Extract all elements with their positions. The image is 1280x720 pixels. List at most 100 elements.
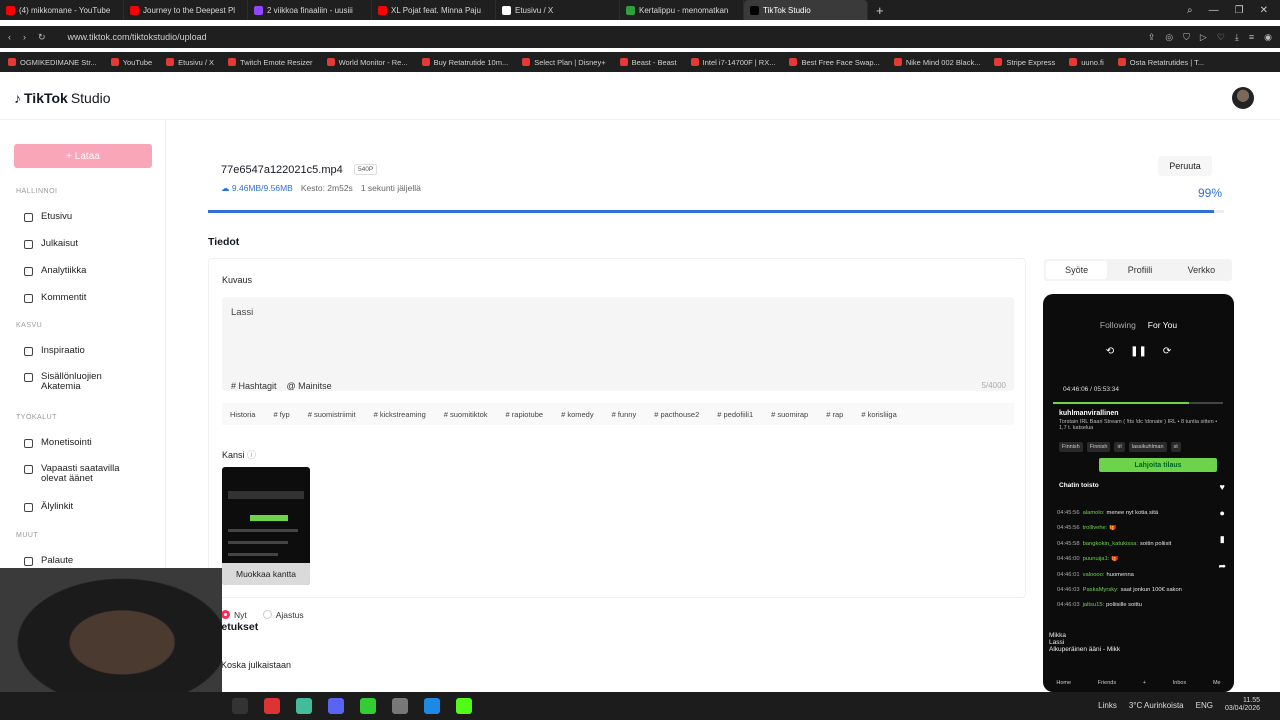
hashtag-chip[interactable]: # pedofiili1 <box>717 410 753 419</box>
url-field[interactable]: www.tiktok.com/tiktokstudio/upload <box>68 32 207 42</box>
bookmark-item[interactable]: Twitch Emote Resizer <box>228 58 313 67</box>
radio-schedule[interactable]: Ajastus <box>262 610 304 620</box>
hashtag-chip[interactable]: Historia <box>230 410 255 419</box>
browser-tab[interactable]: Kertalippu - menomatkan <box>620 0 744 20</box>
browser-tab[interactable]: XL Pojat feat. Minna Paju <box>372 0 496 20</box>
play-icon[interactable]: ▷ <box>1200 32 1207 43</box>
language[interactable]: ENG <box>1196 701 1213 710</box>
reload-icon[interactable]: ↻ <box>38 32 46 43</box>
sidebar-item-home[interactable]: Etusivu <box>24 211 141 222</box>
bookmark-item[interactable]: Beast - Beast <box>619 58 677 67</box>
bookmark-icon: ▮ <box>1219 534 1225 544</box>
share-icon[interactable]: ⇪ <box>1148 32 1156 43</box>
bookmark-label: Best Free Face Swap... <box>801 57 880 67</box>
weather[interactable]: 3°C Aurinkoista <box>1129 701 1184 710</box>
bookmark-item[interactable]: Stripe Express <box>994 58 1055 67</box>
bookmark-item[interactable]: Intel i7-14700F | RX... <box>690 58 775 67</box>
bookmark-item[interactable]: Select Plan | Disney+ <box>522 58 606 67</box>
forward-icon: ⟳ <box>1162 346 1172 357</box>
shield-icon[interactable]: ⛉ <box>1183 32 1190 43</box>
sidebar-item-label: Analytiikka <box>41 265 87 276</box>
bookmark-item[interactable]: Nike Mind 002 Black... <box>893 58 980 67</box>
tiktok-studio-logo[interactable]: ♪ TikTok Studio <box>14 90 111 106</box>
preview-tab[interactable]: Profiili <box>1109 259 1170 281</box>
tab-label: (4) mikkomane - YouTube <box>19 5 111 15</box>
hashtag-chip[interactable]: # rapiotube <box>506 410 544 419</box>
app-icon[interactable] <box>392 698 408 714</box>
menu-icon[interactable]: ≡ <box>1249 32 1254 43</box>
hashtag-chip[interactable]: # kickstreaming <box>374 410 426 419</box>
cover-thumbnail[interactable]: Muokkaa kantta <box>222 467 310 585</box>
app-icon[interactable] <box>360 698 376 714</box>
new-tab-button[interactable]: + <box>868 3 892 18</box>
hashtag-chip[interactable]: # suomirap <box>771 410 808 419</box>
browser-tab[interactable]: Journey to the Deepest Pl <box>124 0 248 20</box>
bookmark-item[interactable]: Buy Retatrutide 10m... <box>421 58 508 67</box>
bookmark-item[interactable]: OGMIKEDIMANE Str... <box>8 58 97 67</box>
hashtag-chip[interactable]: # komedy <box>561 410 594 419</box>
sidebar-item-sounds[interactable]: Vapaasti saatavilla olevat äänet <box>24 463 141 485</box>
chat-text: 🎁 <box>1111 556 1119 563</box>
bookmark-item[interactable]: uuno.fi <box>1069 58 1104 67</box>
hashtag-chip[interactable]: # fyp <box>273 410 289 419</box>
preview-tab[interactable]: Verkko <box>1171 259 1232 281</box>
radio-now[interactable]: Nyt <box>221 610 247 620</box>
chat-text: 🎁 <box>1109 525 1117 532</box>
sidebar-item-analytics[interactable]: Analytiikka <box>24 265 141 276</box>
sidebar-item-feedback[interactable]: Palaute <box>24 555 141 566</box>
radio-dot <box>221 610 230 619</box>
minimize-icon[interactable]: — <box>1209 5 1219 16</box>
download-icon[interactable]: ⤓ <box>1235 32 1239 43</box>
heart-icon[interactable]: ♡ <box>1217 32 1225 43</box>
clock[interactable]: 11.55 03/04/2026 <box>1225 697 1260 714</box>
preview-tab[interactable]: Syöte <box>1046 261 1108 279</box>
links-toolbar[interactable]: Links <box>1098 701 1117 710</box>
hashtag-chip[interactable]: # suomistriimit <box>308 410 356 419</box>
hashtag-chip[interactable]: # suomitiktok <box>444 410 488 419</box>
search-icon[interactable]: ⌕ <box>1187 5 1193 16</box>
browser-tab[interactable]: 2 viikkoa finaaliin - uusiii <box>248 0 372 20</box>
sidebar-item-inspiration[interactable]: Inspiraatio <box>24 345 141 356</box>
edge-icon[interactable] <box>424 698 440 714</box>
opera-icon[interactable] <box>264 698 280 714</box>
close-icon[interactable]: ✕ <box>1260 5 1268 16</box>
edit-cover-button[interactable]: Muokkaa kantta <box>222 563 310 585</box>
comment-icon <box>24 294 33 303</box>
stream-desc: Torstain IRL Baari Stream ( !tts !dc !do… <box>1059 419 1218 431</box>
hashtag-chip[interactable]: # korisliiga <box>861 410 896 419</box>
hashtags-button[interactable]: # Hashtagit <box>231 381 277 391</box>
hashtag-chip[interactable]: # pacthouse2 <box>654 410 699 419</box>
sidebar-item-posts[interactable]: Julkaisut <box>24 238 141 249</box>
description-input[interactable]: Lassi # Hashtagit @ Mainitse 5/4000 <box>222 297 1014 391</box>
task-view-icon[interactable] <box>232 698 248 714</box>
browser-tab[interactable]: Etusivu / X <box>496 0 620 20</box>
camera-icon[interactable]: ◎ <box>1165 32 1173 43</box>
bookmark-item[interactable]: YouTube <box>110 58 152 67</box>
sidebar-item-comments[interactable]: Kommentit <box>24 292 141 303</box>
hashtag-chip[interactable]: # rap <box>826 410 843 419</box>
cancel-button[interactable]: Peruuta <box>1158 156 1212 176</box>
bookmark-item[interactable]: Best Free Face Swap... <box>789 57 880 67</box>
sidebar-item-smartlinks[interactable]: Älylinkit <box>24 501 141 512</box>
character-counter: 5/4000 <box>981 381 1006 390</box>
browser-tab[interactable]: TikTok Studio <box>744 0 868 20</box>
hashtag-chip[interactable]: # funny <box>612 410 637 419</box>
mention-button[interactable]: @ Mainitse <box>287 381 332 391</box>
kick-icon[interactable] <box>456 698 472 714</box>
sidebar-item-monetization[interactable]: Monetisointi <box>24 437 141 448</box>
music-info: Mikka Lassi Alkuperäinen ääni - Mikk <box>1049 632 1120 653</box>
maximize-icon[interactable]: ❐ <box>1235 5 1244 16</box>
browser-tab[interactable]: (4) mikkomane - YouTube <box>0 0 124 20</box>
discord-icon[interactable] <box>328 698 344 714</box>
bookmark-item[interactable]: Etusivu / X <box>166 58 214 67</box>
sidebar-item-academy[interactable]: Sisällönluojien Akatemia <box>24 371 141 393</box>
upload-button[interactable]: + Lataa <box>14 144 152 168</box>
bookmark-label: Osta Retatrutides | T... <box>1129 57 1205 67</box>
bookmark-item[interactable]: Osta Retatrutides | T... <box>1117 57 1205 67</box>
back-icon[interactable]: ‹ <box>8 32 11 42</box>
bookmark-item[interactable]: World Monitor - Re... <box>326 58 408 67</box>
avatar[interactable] <box>1232 87 1254 109</box>
profile-icon[interactable]: ◉ <box>1264 32 1272 43</box>
app-icon[interactable] <box>296 698 312 714</box>
forward-icon[interactable]: › <box>23 32 26 42</box>
